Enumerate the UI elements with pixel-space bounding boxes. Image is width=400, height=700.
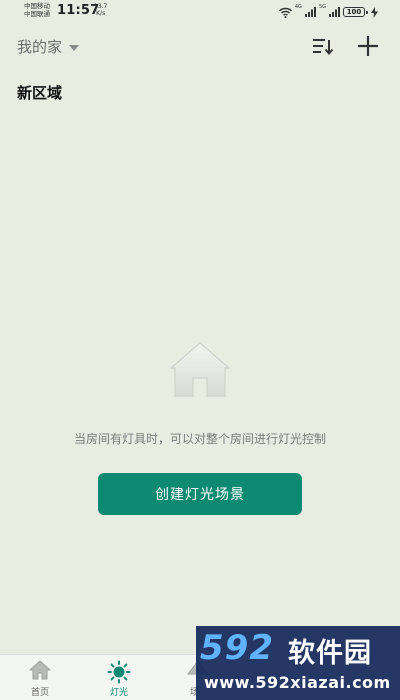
watermark: 592 软件园 www.592xiazai.com: [196, 626, 400, 700]
sun-icon: [107, 660, 131, 684]
create-light-scene-button[interactable]: 创建灯光场景: [98, 473, 302, 515]
net-speed-unit: K/s: [96, 10, 106, 17]
signal-icon: [329, 7, 340, 17]
sort-icon: [313, 39, 334, 56]
carrier-2: 中国联通: [24, 10, 50, 18]
status-bar: 中国移动 中国联通 11:57 13.7 K/s 4G 5G 100: [0, 0, 400, 24]
charging-icon: [371, 6, 378, 18]
signal-label-2: 5G: [318, 4, 326, 10]
sort-button[interactable]: [309, 34, 335, 58]
signal-label-1: 4G: [294, 4, 302, 10]
nav-item-home[interactable]: 首页: [10, 655, 70, 700]
carrier-1: 中国移动: [24, 2, 50, 10]
wifi-icon: [278, 7, 292, 18]
watermark-name: 软件园: [288, 638, 372, 669]
net-speed: 13.7 K/s: [94, 3, 107, 17]
empty-house-icon: [170, 342, 230, 397]
battery-icon: 100: [343, 7, 368, 17]
carrier-info: 中国移动 中国联通: [24, 2, 50, 18]
watermark-logo: 592: [200, 628, 274, 668]
plus-icon: [358, 36, 378, 56]
signal-icon: [304, 7, 316, 17]
home-icon: [29, 660, 51, 680]
home-selector[interactable]: 我的家: [17, 36, 80, 57]
nav-label-home: 首页: [30, 688, 49, 698]
nav-label-light: 灯光: [109, 688, 128, 698]
watermark-url: www.592xiazai.com: [204, 673, 391, 692]
empty-state-message: 当房间有灯具时，可以对整个房间进行灯光控制: [73, 432, 326, 446]
section-title: 新区域: [17, 84, 63, 102]
status-icons: 4G 5G 100: [278, 4, 378, 19]
net-speed-value: 13.7: [94, 3, 108, 10]
caret-down-icon: [69, 44, 80, 51]
nav-item-light[interactable]: 灯光: [89, 655, 149, 700]
add-button[interactable]: [355, 33, 381, 59]
home-name: 我的家: [17, 38, 63, 56]
